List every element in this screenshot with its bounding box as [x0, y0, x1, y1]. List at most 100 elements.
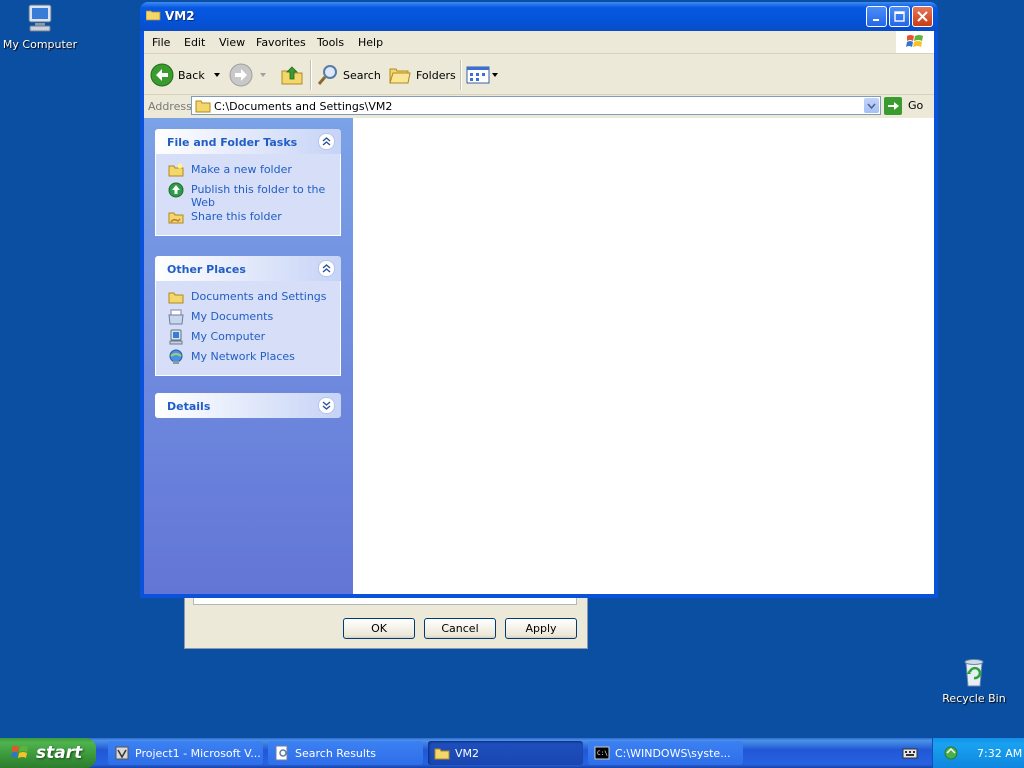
- desktop-icon-my-computer[interactable]: My Computer: [0, 2, 80, 51]
- maximize-button[interactable]: [889, 6, 910, 27]
- go-label: Go: [908, 99, 924, 112]
- system-tray: 7:32 AM: [932, 738, 1024, 768]
- search-label: Search: [343, 68, 381, 82]
- menu-view[interactable]: View: [219, 36, 245, 49]
- menu-edit[interactable]: Edit: [184, 36, 205, 49]
- computer-icon: [23, 2, 57, 36]
- share-folder-icon: [168, 212, 184, 224]
- minimize-button[interactable]: [866, 6, 887, 27]
- go-arrow-icon: [884, 96, 902, 115]
- task-label: Search Results: [295, 746, 377, 760]
- folders-button[interactable]: Folders: [389, 62, 456, 88]
- place-label: My Network Places: [191, 350, 295, 363]
- search-icon: [317, 65, 337, 85]
- clock[interactable]: 7:32 AM: [977, 747, 1022, 760]
- search-button[interactable]: Search: [316, 62, 381, 88]
- address-value: C:\Documents and Settings\VM2: [214, 100, 393, 113]
- explorer-window: VM2 File Edit View Favorites Tools Help …: [140, 2, 938, 598]
- folder-icon: [145, 9, 161, 21]
- apply-button[interactable]: Apply: [505, 618, 577, 639]
- collapse-chevron-icon[interactable]: [318, 260, 335, 277]
- start-label: start: [36, 743, 83, 763]
- other-places-panel: Other Places Documents and Settings My D…: [155, 256, 341, 376]
- address-input[interactable]: C:\Documents and Settings\VM2: [191, 96, 881, 115]
- task-label: Make a new folder: [191, 163, 292, 176]
- network-places-icon: [169, 349, 183, 364]
- task-make-new-folder[interactable]: Make a new folder: [156, 162, 340, 182]
- task-label: C:\WINDOWS\syste...: [615, 746, 731, 760]
- toolbar-separator: [310, 60, 312, 90]
- toolbar-separator: [460, 60, 462, 90]
- svg-text:C:\: C:\: [597, 750, 608, 757]
- task-pane: File and Folder Tasks Make a new folder …: [144, 118, 353, 594]
- recycle-bin-icon: [957, 656, 991, 690]
- network-tray-icon[interactable]: [943, 745, 959, 761]
- close-icon: [917, 11, 928, 22]
- forward-arrow-icon: [229, 63, 253, 87]
- place-my-network-places[interactable]: My Network Places: [156, 349, 340, 369]
- views-button[interactable]: [466, 62, 499, 88]
- folder-icon: [195, 100, 211, 113]
- forward-button[interactable]: [229, 62, 269, 88]
- chevron-down-icon: [260, 73, 266, 77]
- go-button[interactable]: Go: [884, 96, 923, 115]
- menu-help[interactable]: Help: [358, 36, 383, 49]
- back-arrow-icon: [150, 63, 174, 87]
- task-share-folder[interactable]: Share this folder: [156, 209, 340, 229]
- taskbar: start Project1 - Microsoft V... Search R…: [0, 738, 1024, 768]
- cancel-button[interactable]: Cancel: [424, 618, 496, 639]
- menu-favorites[interactable]: Favorites: [256, 36, 306, 49]
- address-bar: Address C:\Documents and Settings\VM2 Go: [144, 95, 934, 117]
- panel-body: Make a new folder Publish this folder to…: [155, 154, 341, 236]
- panel-header[interactable]: File and Folder Tasks: [155, 129, 341, 154]
- address-label: Address: [148, 100, 192, 113]
- desktop-icon-label: My Computer: [2, 38, 78, 51]
- panel-title: File and Folder Tasks: [167, 136, 298, 149]
- menu-file[interactable]: File: [152, 36, 170, 49]
- computer-icon: [169, 329, 183, 345]
- folder-icon: [434, 748, 450, 760]
- taskbar-button-project1[interactable]: Project1 - Microsoft V...: [108, 741, 263, 765]
- task-label: Publish this folder to the Web: [191, 183, 326, 209]
- visual-basic-icon: [115, 746, 129, 760]
- place-my-documents[interactable]: My Documents: [156, 309, 340, 329]
- menu-tools[interactable]: Tools: [317, 36, 344, 49]
- collapse-chevron-icon[interactable]: [318, 133, 335, 150]
- task-publish-to-web[interactable]: Publish this folder to the Web: [156, 182, 340, 209]
- panel-header[interactable]: Other Places: [155, 256, 341, 281]
- task-label: Project1 - Microsoft V...: [135, 746, 261, 760]
- command-prompt-icon: C:\: [594, 746, 610, 760]
- place-my-computer[interactable]: My Computer: [156, 329, 340, 349]
- panel-title: Other Places: [167, 263, 246, 276]
- chevron-down-icon: [492, 73, 498, 77]
- address-dropdown-button[interactable]: [864, 98, 879, 113]
- desktop-icon-label: Recycle Bin: [942, 692, 1006, 705]
- taskbar-button-vm2[interactable]: VM2: [428, 741, 583, 765]
- search-results-icon: [275, 745, 288, 761]
- place-documents-and-settings[interactable]: Documents and Settings: [156, 289, 340, 309]
- panel-title: Details: [167, 400, 211, 413]
- panel-header[interactable]: Details: [155, 393, 341, 418]
- expand-chevron-icon[interactable]: [318, 397, 335, 414]
- title-bar[interactable]: VM2: [140, 2, 938, 31]
- back-label: Back: [178, 68, 205, 82]
- standard-toolbar: Back Search Folders: [144, 54, 934, 95]
- start-button[interactable]: start: [0, 738, 96, 768]
- chevron-down-icon: [867, 103, 876, 109]
- windows-logo-icon: [896, 31, 934, 53]
- place-label: Documents and Settings: [191, 290, 327, 303]
- back-button[interactable]: Back: [150, 62, 223, 88]
- up-folder-button[interactable]: [280, 62, 304, 88]
- window-client-area: File Edit View Favorites Tools Help Back: [144, 31, 934, 594]
- close-button[interactable]: [912, 6, 933, 27]
- desktop-icon-recycle-bin[interactable]: Recycle Bin: [934, 656, 1014, 705]
- keyboard-language-icon[interactable]: [902, 745, 918, 761]
- folder-contents-view[interactable]: [353, 118, 934, 594]
- globe-publish-icon: [168, 182, 184, 198]
- ok-button[interactable]: OK: [343, 618, 415, 639]
- menu-bar: File Edit View Favorites Tools Help: [144, 31, 934, 54]
- windows-logo-icon: [11, 746, 28, 758]
- taskbar-button-cmd[interactable]: C:\ C:\WINDOWS\syste...: [588, 741, 743, 765]
- taskbar-button-search-results[interactable]: Search Results: [268, 741, 423, 765]
- file-folder-tasks-panel: File and Folder Tasks Make a new folder …: [155, 129, 341, 236]
